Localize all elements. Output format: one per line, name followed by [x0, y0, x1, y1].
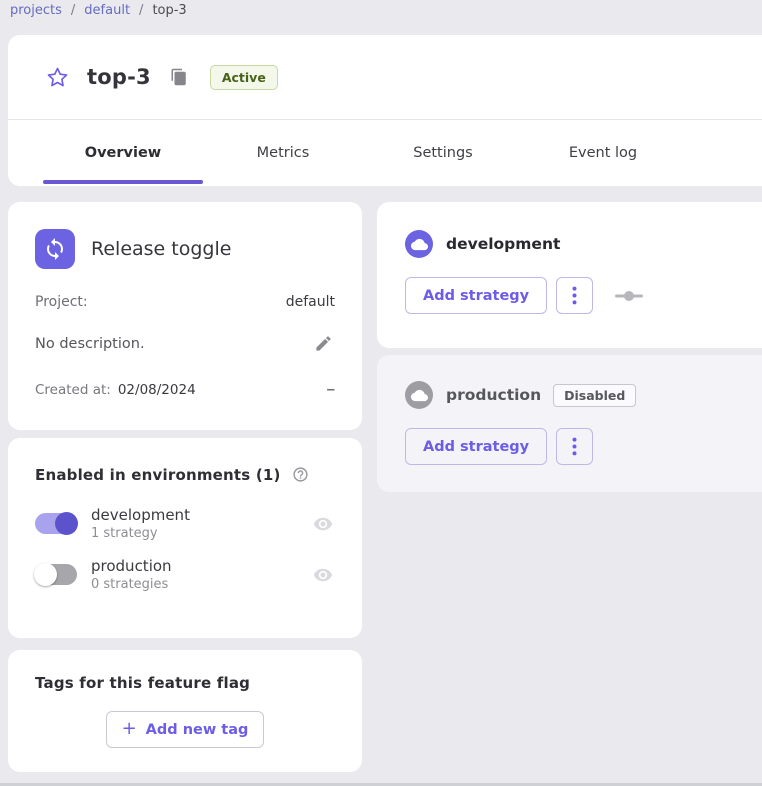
tab-overview[interactable]: Overview	[43, 120, 203, 186]
release-toggle-icon	[35, 229, 75, 269]
tabs: Overview Metrics Settings Event log	[8, 120, 762, 186]
flag-type-label: Release toggle	[91, 238, 231, 260]
tab-settings[interactable]: Settings	[363, 120, 523, 186]
flag-details-card: Release toggle Project: default No descr…	[8, 202, 362, 430]
tags-heading: Tags for this feature flag	[35, 674, 335, 692]
flag-title: top-3	[87, 65, 151, 89]
favorite-star-icon[interactable]	[46, 65, 70, 89]
tab-event-log[interactable]: Event log	[523, 120, 683, 186]
enabled-environments-heading: Enabled in environments (1)	[35, 466, 281, 484]
description-row: No description.	[35, 332, 335, 355]
env-strategy-count: 0 strategies	[91, 577, 311, 592]
tags-card: Tags for this feature flag + Add new tag	[8, 650, 362, 772]
collapse-details-button[interactable]: –	[327, 381, 335, 398]
add-strategy-button[interactable]: Add strategy	[405, 428, 547, 465]
env-name: production	[91, 557, 311, 575]
breadcrumb-default-link[interactable]: default	[84, 3, 130, 18]
cloud-icon	[405, 230, 433, 258]
env-name: development	[91, 506, 311, 524]
project-value: default	[286, 294, 335, 310]
tab-metrics[interactable]: Metrics	[203, 120, 363, 186]
created-value: 02/08/2024	[118, 382, 196, 398]
environment-menu-icon[interactable]	[556, 428, 593, 465]
disabled-badge: Disabled	[553, 384, 636, 407]
breadcrumb-projects-link[interactable]: projects	[10, 3, 62, 18]
add-new-tag-button[interactable]: + Add new tag	[106, 711, 264, 748]
environment-menu-icon[interactable]	[556, 277, 593, 314]
breadcrumb-separator: /	[71, 3, 75, 18]
breadcrumb: projects / default / top-3	[10, 3, 187, 18]
metrics-indicator-icon	[614, 290, 644, 302]
env-row-development: development 1 strategy	[35, 506, 335, 541]
breadcrumb-current: top-3	[152, 3, 186, 18]
flag-type-row: Release toggle	[35, 229, 335, 269]
copy-name-icon[interactable]	[170, 68, 188, 86]
enabled-environments-card: Enabled in environments (1) development …	[8, 438, 362, 638]
created-label: Created at:	[35, 382, 111, 398]
help-icon[interactable]	[290, 464, 311, 485]
environment-name: development	[446, 235, 560, 253]
project-label: Project:	[35, 294, 88, 310]
production-environment-panel: production Disabled Add strategy	[377, 355, 762, 492]
production-toggle[interactable]	[35, 564, 77, 585]
environment-name: production	[446, 386, 541, 404]
env-row-production: production 0 strategies	[35, 557, 335, 592]
visibility-eye-icon[interactable]	[311, 512, 335, 536]
edit-description-icon[interactable]	[312, 332, 335, 355]
env-strategy-count: 1 strategy	[91, 526, 311, 541]
add-strategy-button[interactable]: Add strategy	[405, 277, 547, 314]
active-tab-indicator	[43, 180, 203, 184]
plus-icon: +	[122, 718, 137, 739]
project-row: Project: default	[35, 294, 335, 310]
visibility-eye-icon[interactable]	[311, 563, 335, 587]
status-badge: Active	[210, 65, 278, 90]
created-row: Created at: 02/08/2024 –	[35, 381, 335, 398]
development-environment-panel: development Add strategy	[377, 202, 762, 348]
flag-header-card: top-3 Active Overview Metrics Settings E…	[8, 35, 762, 186]
breadcrumb-separator: /	[139, 3, 143, 18]
cloud-icon	[405, 381, 433, 409]
description-text: No description.	[35, 336, 145, 352]
page: projects / default / top-3 top-3 Active …	[0, 0, 762, 786]
flag-title-row: top-3 Active	[8, 35, 762, 119]
development-toggle[interactable]	[35, 513, 77, 534]
